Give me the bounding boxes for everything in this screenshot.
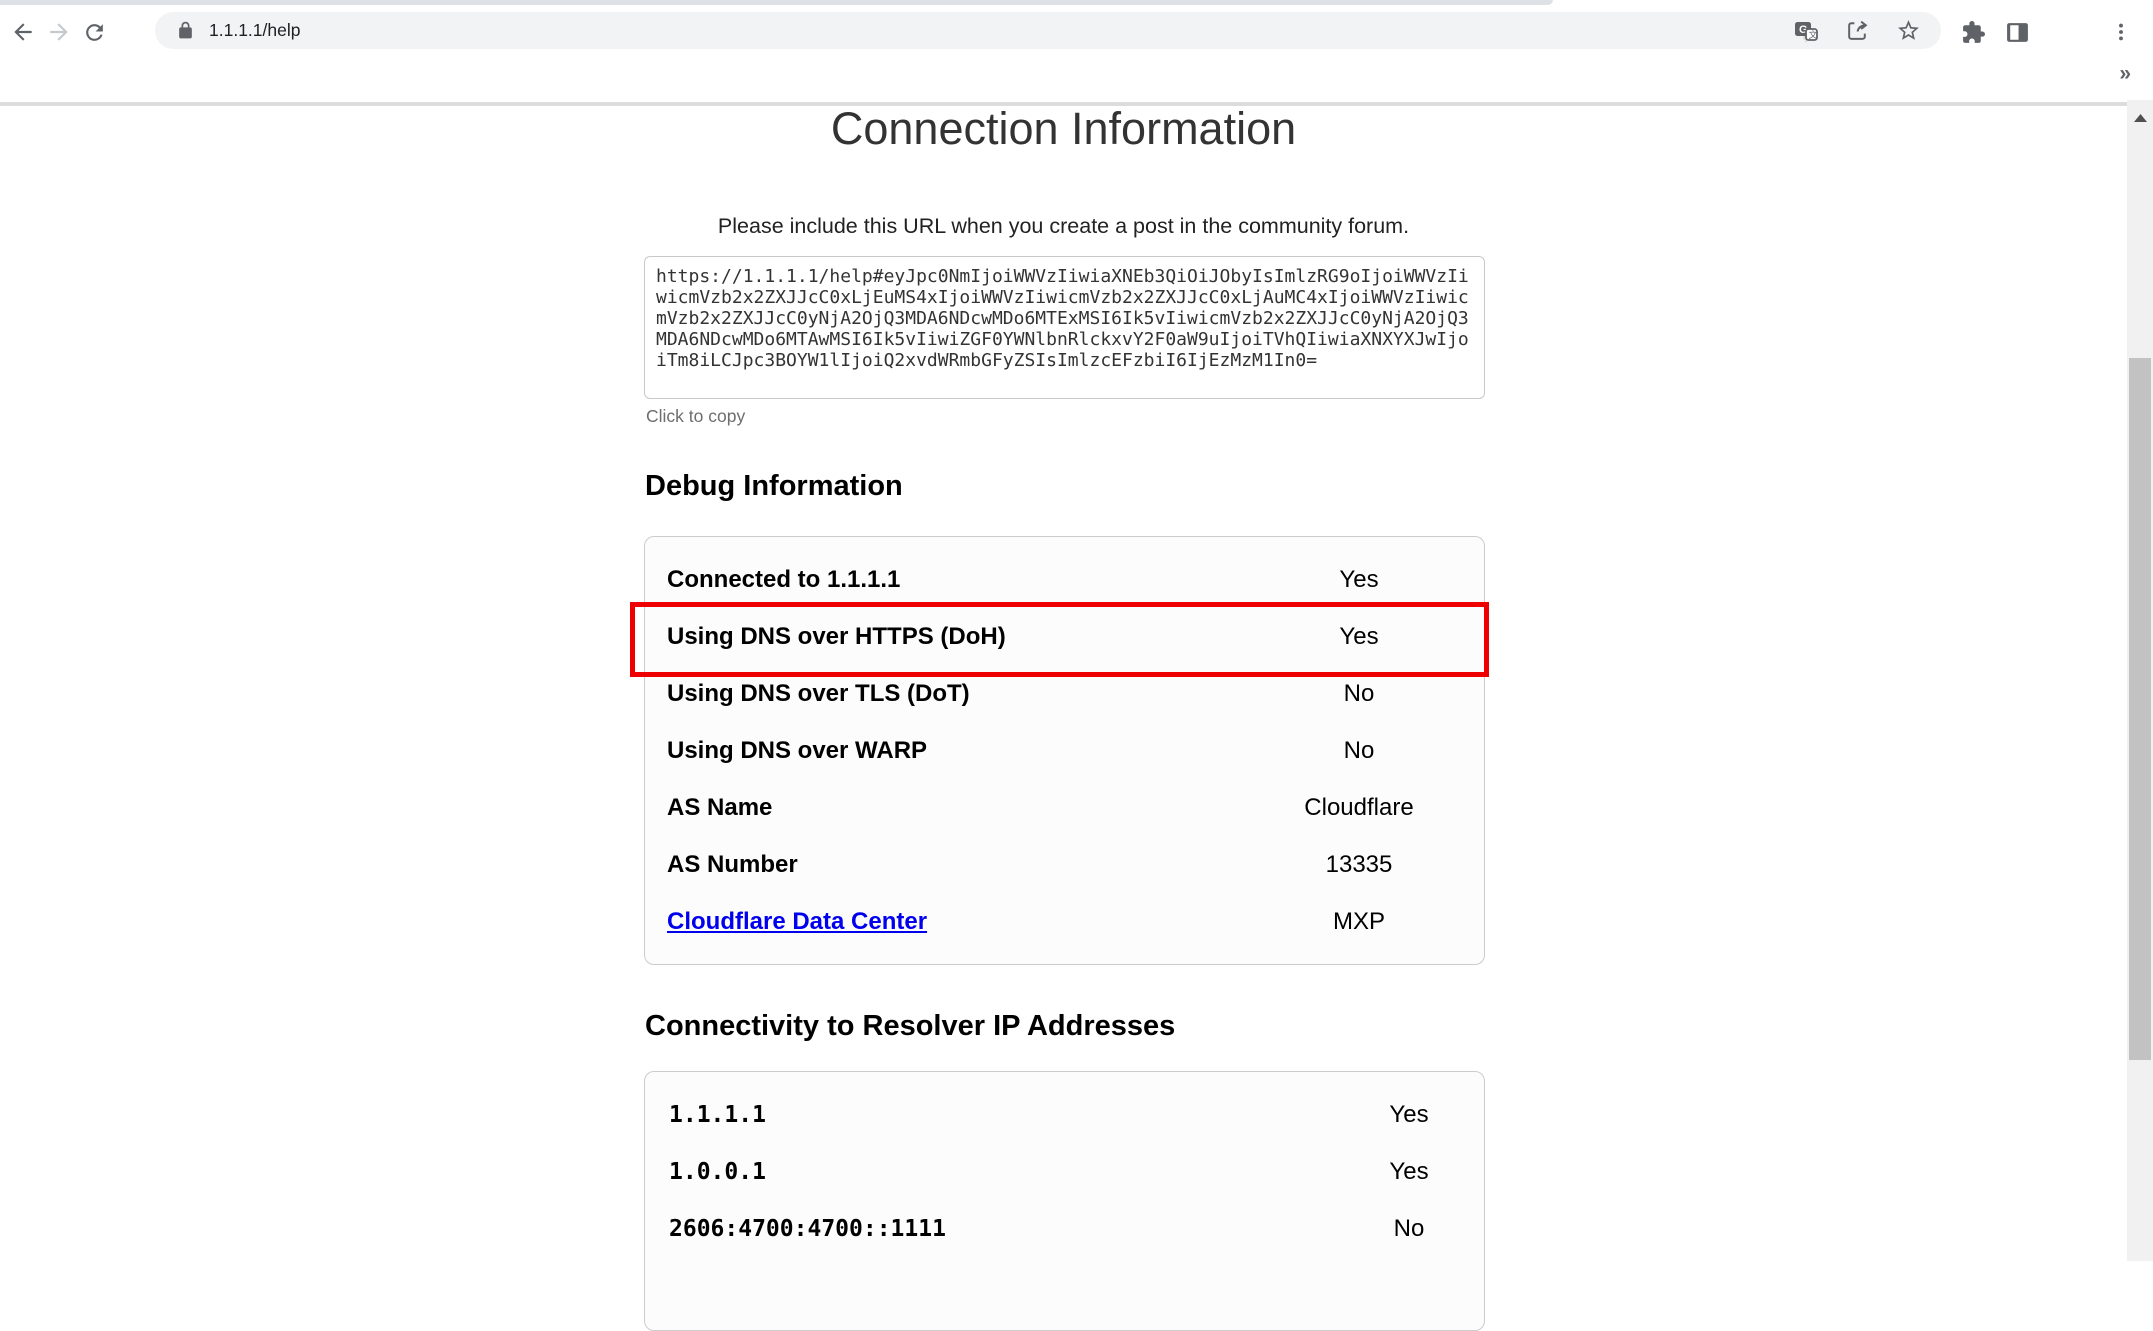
- scroll-up-arrow-icon: [2134, 114, 2147, 122]
- table-row: 1.0.0.1 Yes: [645, 1143, 1484, 1200]
- side-panel-icon: [2005, 20, 2030, 45]
- row-value: No: [1334, 1215, 1484, 1243]
- forward-arrow-icon: [46, 19, 72, 45]
- back-arrow-icon: [10, 19, 36, 45]
- row-label: AS Name: [645, 794, 1234, 822]
- row-value: Yes: [1234, 566, 1484, 594]
- bookmarks-bar: »: [0, 53, 2153, 102]
- debug-table: Connected to 1.1.1.1 Yes Using DNS over …: [644, 536, 1485, 965]
- cloudflare-data-center-link[interactable]: Cloudflare Data Center: [667, 908, 927, 935]
- table-row: Cloudflare Data Center MXP: [645, 893, 1484, 950]
- row-label: Using DNS over WARP: [645, 737, 1234, 765]
- scroll-up-button[interactable]: [2127, 100, 2153, 136]
- table-row-doh: Using DNS over HTTPS (DoH) Yes: [645, 608, 1484, 665]
- translate-icon[interactable]: G 文: [1793, 18, 1819, 44]
- bookmark-star-icon[interactable]: [1896, 18, 1921, 43]
- row-value: Yes: [1334, 1101, 1484, 1129]
- table-row: Using DNS over TLS (DoT) No: [645, 665, 1484, 722]
- resolver-ip: 2606:4700:4700::1111: [645, 1216, 1334, 1242]
- row-value: 13335: [1234, 851, 1484, 879]
- connectivity-heading: Connectivity to Resolver IP Addresses: [645, 1010, 1175, 1043]
- resolver-ip: 1.1.1.1: [645, 1102, 1334, 1128]
- resolver-ip: 1.0.0.1: [645, 1159, 1334, 1185]
- svg-text:文: 文: [1809, 29, 1818, 40]
- share-icon[interactable]: [1845, 18, 1870, 43]
- table-row: AS Name Cloudflare: [645, 779, 1484, 836]
- share-url-box[interactable]: https://1.1.1.1/help#eyJpc0NmIjoiWWVzIiw…: [644, 256, 1485, 399]
- row-value: Yes: [1334, 1158, 1484, 1186]
- row-value: MXP: [1234, 908, 1484, 936]
- table-row: Connected to 1.1.1.1 Yes: [645, 551, 1484, 608]
- reload-icon: [82, 20, 107, 45]
- row-value: Yes: [1234, 623, 1484, 651]
- extensions-button[interactable]: [1958, 17, 1988, 47]
- table-row: 1.1.1.1 Yes: [645, 1086, 1484, 1143]
- lock-icon: [176, 21, 195, 40]
- row-value: No: [1234, 680, 1484, 708]
- row-value: Cloudflare: [1234, 794, 1484, 822]
- scrollbar-thumb[interactable]: [2129, 358, 2151, 1060]
- row-label: Using DNS over HTTPS (DoH): [645, 623, 1234, 651]
- row-label: Connected to 1.1.1.1: [645, 566, 1234, 594]
- share-url-text: https://1.1.1.1/help#eyJpc0NmIjoiWWVzIiw…: [656, 266, 1473, 371]
- page-subtitle: Please include this URL when you create …: [0, 214, 2127, 239]
- table-row: 2606:4700:4700::1111 No: [645, 1200, 1484, 1257]
- bookmarks-overflow-chevron[interactable]: »: [2119, 62, 2129, 86]
- table-row: Using DNS over WARP No: [645, 722, 1484, 779]
- browser-toolbar: 1.1.1.1/help G 文: [0, 5, 2153, 53]
- page-title: Connection Information: [0, 103, 2127, 155]
- puzzle-icon: [1961, 20, 1986, 45]
- row-label: Using DNS over TLS (DoT): [645, 680, 1234, 708]
- debug-heading: Debug Information: [645, 470, 903, 503]
- url-text: 1.1.1.1/help: [209, 20, 300, 41]
- forward-button[interactable]: [44, 17, 74, 47]
- vertical-scrollbar[interactable]: [2127, 100, 2153, 1261]
- table-row: AS Number 13335: [645, 836, 1484, 893]
- row-value: No: [1234, 737, 1484, 765]
- connectivity-table: 1.1.1.1 Yes 1.0.0.1 Yes 2606:4700:4700::…: [644, 1071, 1485, 1331]
- back-button[interactable]: [8, 17, 38, 47]
- side-panel-button[interactable]: [2002, 17, 2032, 47]
- address-bar[interactable]: 1.1.1.1/help G 文: [155, 12, 1941, 49]
- click-to-copy-label: Click to copy: [646, 406, 745, 427]
- three-dot-menu-icon: [2110, 21, 2132, 43]
- browser-menu-button[interactable]: [2106, 17, 2136, 47]
- row-label: AS Number: [645, 851, 1234, 879]
- reload-button[interactable]: [79, 17, 109, 47]
